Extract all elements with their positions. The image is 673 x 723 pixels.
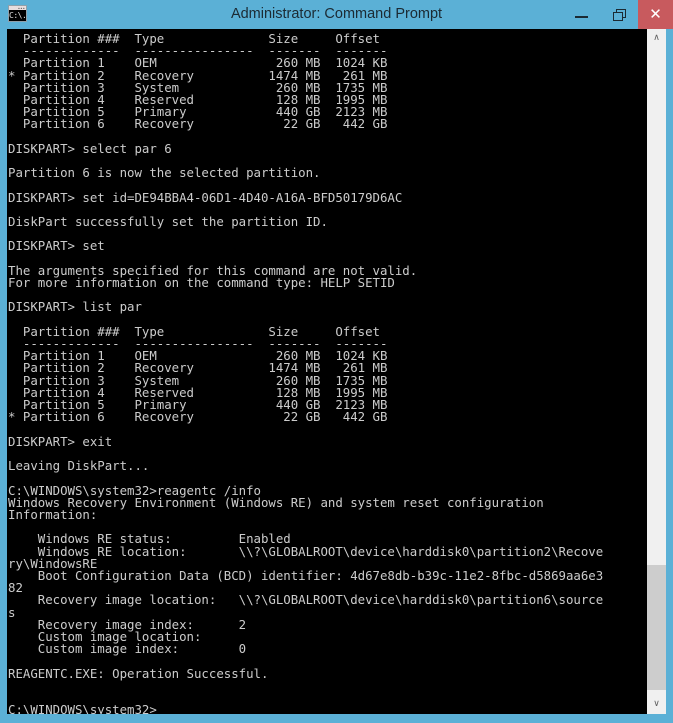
- minimize-icon: [562, 0, 600, 29]
- scrollbar-thumb[interactable]: [647, 565, 666, 690]
- close-icon: ✕: [649, 6, 662, 23]
- minimize-button[interactable]: [562, 0, 600, 29]
- scroll-up-button[interactable]: ∧: [647, 29, 666, 48]
- scrollbar-track[interactable]: [647, 48, 666, 695]
- command-prompt-window: ••• C:\. Administrator: Command Prompt ✕…: [0, 0, 673, 723]
- title-bar[interactable]: ••• C:\. Administrator: Command Prompt ✕: [0, 0, 673, 29]
- window-bottom-border: [0, 714, 673, 723]
- close-button[interactable]: ✕: [638, 0, 673, 29]
- console-output[interactable]: Partition ### Type Size Offset ---------…: [7, 33, 647, 714]
- scroll-down-button[interactable]: ∨: [647, 695, 666, 714]
- console-area[interactable]: Partition ### Type Size Offset ---------…: [7, 29, 666, 714]
- maximize-restore-button[interactable]: [600, 0, 638, 29]
- restore-icon: [600, 0, 638, 29]
- console-scrollbar[interactable]: ∧ ∨: [647, 29, 666, 714]
